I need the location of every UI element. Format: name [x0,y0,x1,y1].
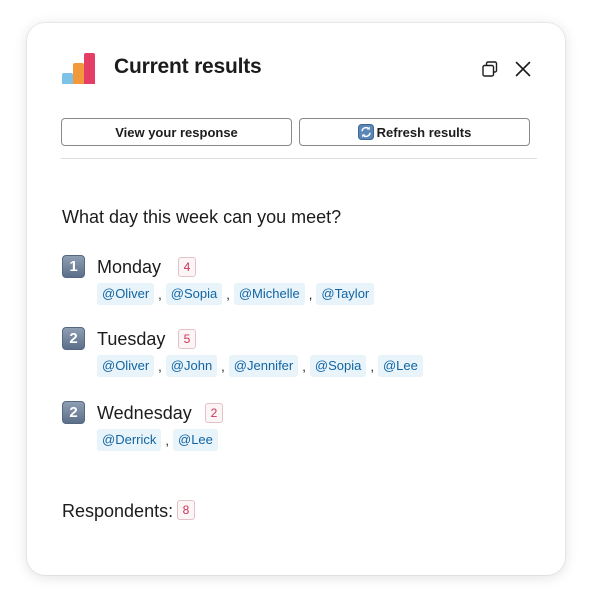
user-mention[interactable]: @Oliver [97,283,155,305]
copy-icon[interactable] [480,59,500,79]
refresh-results-button[interactable]: Refresh results [299,118,530,146]
option-label: Wednesday [97,403,192,423]
user-mention[interactable]: @Lee [173,429,218,451]
user-mention[interactable]: @Derrick [97,429,162,451]
user-mention[interactable]: @Oliver [97,355,155,377]
voter-list: @Oliver, @John, @Jennifer, @Sopia, @Lee [97,355,423,377]
poll-option: 2 Tuesday 5 @Oliver, @John, @Jennifer, @… [62,327,522,377]
voter-list: @Oliver, @Sopia, @Michelle, @Taylor [97,283,375,305]
refresh-icon [357,124,374,140]
vote-count: 2 [205,403,223,423]
view-response-label: View your response [115,124,238,140]
voter-list: @Derrick, @Lee [97,429,218,451]
user-mention[interactable]: @Lee [377,355,423,377]
user-mention[interactable]: @Michelle [233,283,305,305]
view-response-button[interactable]: View your response [61,118,292,146]
vote-count: 4 [178,257,196,277]
user-mention[interactable]: @Taylor [316,283,375,305]
panel-header: Current results [27,23,565,115]
poll-option: 2 Wednesday 2 @Derrick, @Lee [62,401,522,451]
divider [61,158,537,159]
option-label: Monday [97,257,162,277]
vote-count: 5 [178,329,196,349]
user-mention[interactable]: @John [165,355,218,377]
poll-option: 1 Monday 4 @Oliver, @Sopia, @Michelle, @… [62,255,522,305]
panel-title: Current results [114,55,262,78]
respondents-label: Respondents: [62,501,174,521]
poll-app-logo [62,53,96,84]
poll-question: What day this week can you meet? [62,207,342,227]
respondents-count: 8 [177,500,195,520]
rank-badge: 1 [62,255,85,278]
rank-badge: 2 [62,401,85,424]
user-mention[interactable]: @Sopia [165,283,223,305]
option-label: Tuesday [97,329,166,349]
user-mention[interactable]: @Jennifer [228,355,299,377]
results-panel: Current results View your response Refre… [27,23,565,575]
refresh-results-label: Refresh results [376,124,472,140]
user-mention[interactable]: @Sopia [309,355,367,377]
close-icon[interactable] [513,59,533,79]
rank-badge: 2 [62,327,85,350]
